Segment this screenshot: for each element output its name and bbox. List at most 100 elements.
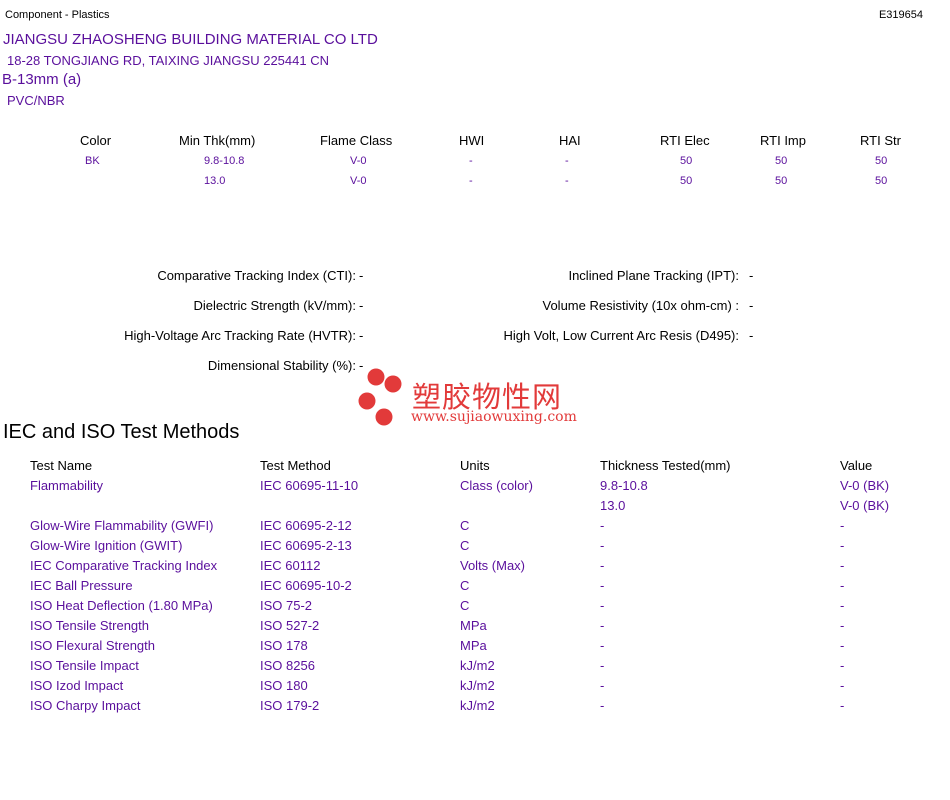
- ratings-header-rti-imp: RTI Imp: [760, 133, 806, 148]
- ratings-cell-hwi: -: [469, 155, 473, 167]
- property-value-hvtr: -: [359, 328, 364, 343]
- test-thickness: -: [600, 518, 605, 533]
- test-header-value: Value: [840, 458, 873, 473]
- ratings-cell-hai: -: [565, 155, 569, 167]
- test-units: MPa: [460, 638, 487, 653]
- test-units: Class (color): [460, 478, 533, 493]
- test-method: IEC 60695-2-13: [260, 538, 352, 553]
- test-method: ISO 75-2: [260, 598, 313, 613]
- test-value: -: [840, 558, 845, 573]
- test-name: IEC Ball Pressure: [30, 578, 133, 593]
- test-method: ISO 527-2: [260, 618, 320, 633]
- test-thickness: -: [600, 658, 605, 673]
- test-header-method: Test Method: [260, 458, 331, 473]
- test-value: V-0 (BK): [840, 478, 890, 493]
- test-thickness: 13.0: [600, 498, 626, 513]
- test-units: Volts (Max): [460, 558, 526, 573]
- test-units: kJ/m2: [460, 658, 495, 673]
- test-thickness: 9.8-10.8: [600, 478, 648, 493]
- ratings-header-flame-class: Flame Class: [320, 133, 393, 148]
- property-value-d495: -: [749, 328, 754, 343]
- ratings-cell-rti-str: 50: [875, 175, 888, 187]
- test-thickness: -: [600, 618, 605, 633]
- section-title: IEC and ISO Test Methods: [3, 421, 240, 443]
- test-header-thickness: Thickness Tested(mm): [600, 458, 731, 473]
- ratings-header-min-thk: Min Thk(mm): [179, 133, 256, 148]
- test-header-units: Units: [460, 458, 490, 473]
- test-name: ISO Izod Impact: [30, 678, 124, 693]
- ratings-cell-rti-imp: 50: [775, 175, 788, 187]
- test-value: -: [840, 678, 845, 693]
- test-method: ISO 178: [260, 638, 308, 653]
- test-units: C: [460, 598, 470, 613]
- test-thickness: -: [600, 578, 605, 593]
- ratings-cell-flame-class: V-0: [350, 155, 367, 167]
- ratings-cell-color: BK: [85, 155, 100, 167]
- ratings-header-color: Color: [80, 133, 112, 148]
- test-value: -: [840, 538, 845, 553]
- ratings-header-rti-str: RTI Str: [860, 133, 901, 148]
- product-name: B-13mm (a): [2, 71, 82, 88]
- test-value: V-0 (BK): [840, 498, 890, 513]
- test-value: -: [840, 598, 845, 613]
- test-name: ISO Flexural Strength: [30, 638, 155, 653]
- property-label-cti: Comparative Tracking Index (CTI):: [157, 268, 356, 283]
- test-name: ISO Tensile Strength: [30, 618, 149, 633]
- test-value: -: [840, 578, 845, 593]
- ratings-cell-hai: -: [565, 175, 569, 187]
- file-number: E319654: [878, 9, 923, 21]
- document-category: Component - Plastics: [5, 9, 110, 21]
- test-units: C: [460, 518, 470, 533]
- test-name: ISO Heat Deflection (1.80 MPa): [30, 598, 213, 613]
- property-label-dimensional-stability: Dimensional Stability (%):: [207, 358, 356, 373]
- property-value-cti: -: [359, 268, 364, 283]
- ratings-cell-hwi: -: [469, 175, 473, 187]
- test-method: IEC 60112: [260, 558, 321, 573]
- ratings-cell-flame-class: V-0: [350, 175, 367, 187]
- ratings-cell-rti-imp: 50: [775, 155, 788, 167]
- ratings-cell-rti-elec: 50: [680, 175, 693, 187]
- test-units: C: [460, 578, 470, 593]
- test-units: C: [460, 538, 470, 553]
- test-value: -: [840, 638, 845, 653]
- test-value: -: [840, 658, 845, 673]
- ratings-cell-rti-str: 50: [875, 155, 888, 167]
- test-method: IEC 60695-11-10: [260, 478, 359, 493]
- test-value: -: [840, 698, 845, 713]
- test-units: MPa: [460, 618, 487, 633]
- company-name: JIANGSU ZHAOSHENG BUILDING MATERIAL CO L…: [3, 31, 378, 48]
- test-name: Glow-Wire Ignition (GWIT): [30, 538, 183, 553]
- test-header-name: Test Name: [30, 458, 93, 473]
- test-name: ISO Charpy Impact: [30, 698, 141, 713]
- test-method: IEC 60695-2-12: [260, 518, 352, 533]
- test-units: kJ/m2: [460, 698, 495, 713]
- watermark-url: www.sujiaowuxing.com: [411, 409, 577, 425]
- test-thickness: -: [600, 598, 605, 613]
- property-value-ipt: -: [749, 268, 754, 283]
- test-thickness: -: [600, 678, 605, 693]
- company-address: 18-28 TONGJIANG RD, TAIXING JIANGSU 2254…: [7, 53, 329, 68]
- test-value: -: [840, 618, 845, 633]
- property-label-d495: High Volt, Low Current Arc Resis (D495):: [503, 328, 739, 343]
- test-thickness: -: [600, 538, 605, 553]
- test-name: Flammability: [30, 478, 103, 493]
- property-label-ipt: Inclined Plane Tracking (IPT):: [568, 268, 739, 283]
- ratings-cell-rti-elec: 50: [680, 155, 693, 167]
- ratings-header-rti-elec: RTI Elec: [660, 133, 710, 148]
- test-name: Glow-Wire Flammability (GWFI): [30, 518, 214, 533]
- test-name: IEC Comparative Tracking Index: [30, 558, 218, 573]
- test-name: ISO Tensile Impact: [30, 658, 139, 673]
- property-value-dielectric-strength: -: [359, 298, 364, 313]
- test-units: kJ/m2: [460, 678, 495, 693]
- property-label-hvtr: High-Voltage Arc Tracking Rate (HVTR):: [124, 328, 356, 343]
- ratings-header-hwi: HWI: [459, 133, 485, 148]
- test-method: ISO 179-2: [260, 698, 320, 713]
- watermark-dots-icon: [358, 368, 402, 426]
- test-thickness: -: [600, 638, 605, 653]
- property-label-volume-resistivity: Volume Resistivity (10x ohm-cm) :: [542, 298, 740, 313]
- ratings-header-hai: HAI: [559, 133, 581, 148]
- property-label-dielectric-strength: Dielectric Strength (kV/mm):: [193, 298, 356, 313]
- material-name: PVC/NBR: [7, 93, 65, 108]
- test-thickness: -: [600, 558, 605, 573]
- test-method: IEC 60695-10-2: [260, 578, 352, 593]
